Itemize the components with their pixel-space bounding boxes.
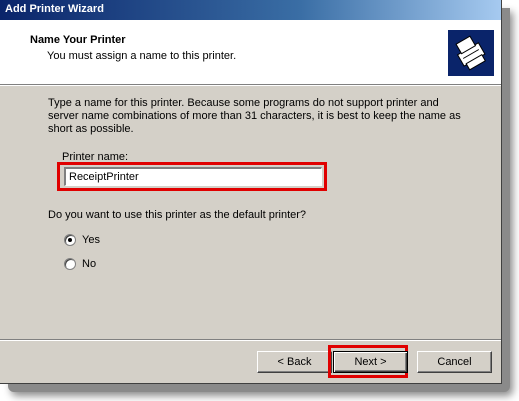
radio-yes[interactable]: Yes xyxy=(64,234,100,246)
radio-no-label[interactable]: No xyxy=(82,258,96,270)
printer-icon xyxy=(448,30,494,76)
default-printer-question: Do you want to use this printer as the d… xyxy=(48,209,307,221)
footer-divider-highlight xyxy=(0,340,501,341)
page-subtitle: You must assign a name to this printer. xyxy=(47,50,237,62)
next-button[interactable]: Next > xyxy=(333,351,408,373)
printer-name-input[interactable] xyxy=(64,167,322,186)
radio-no-button[interactable] xyxy=(64,258,76,270)
radio-yes-label[interactable]: Yes xyxy=(82,234,100,246)
add-printer-wizard-dialog: Add Printer Wizard Name Your Printer You… xyxy=(0,0,502,384)
page-title: Name Your Printer xyxy=(30,34,126,46)
back-button[interactable]: < Back xyxy=(257,351,332,373)
title-bar[interactable]: Add Printer Wizard xyxy=(0,0,501,20)
description-text: Type a name for this printer. Because so… xyxy=(48,97,461,135)
radio-yes-button[interactable] xyxy=(64,234,76,246)
wizard-header: Name Your Printer You must assign a name… xyxy=(0,20,501,86)
radio-no[interactable]: No xyxy=(64,258,96,270)
cancel-button[interactable]: Cancel xyxy=(417,351,492,373)
window-title: Add Printer Wizard xyxy=(5,3,104,15)
